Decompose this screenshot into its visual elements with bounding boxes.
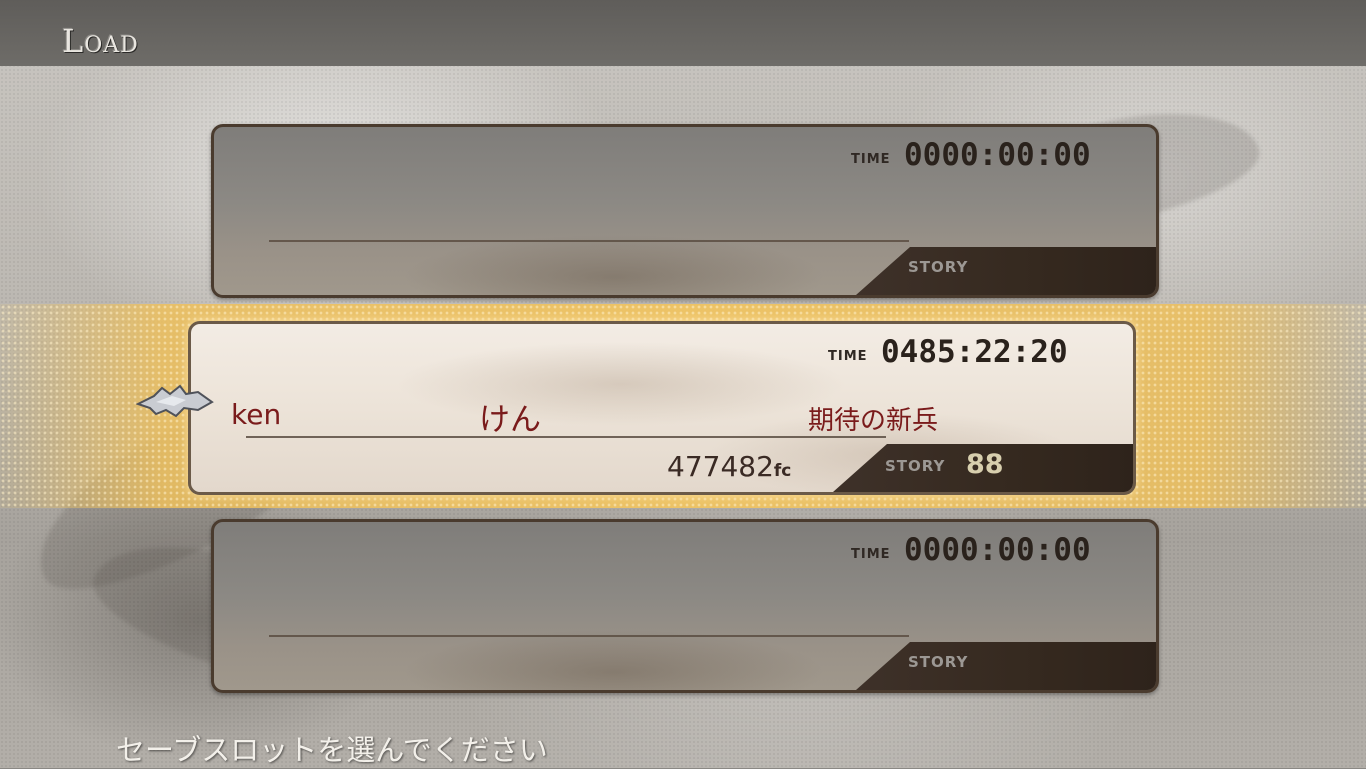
slot-divider [269,635,909,637]
story-label: STORY [908,653,969,671]
footer-hint: セーブスロットを選んでください [116,733,548,767]
slot-divider [246,436,886,438]
player-title: 期待の新兵 [808,406,939,436]
character-name: けん [479,402,541,438]
save-slot-2[interactable]: TIME 0485:22:20 ken けん 期待の新兵 477482fc ST… [188,321,1136,495]
story-chapter: 88 [966,449,1004,480]
wing-cursor-icon [136,384,214,418]
story-tab [856,247,1156,295]
header-bar: Load [0,0,1366,66]
page-title: Load [62,22,139,60]
story-label: STORY [908,258,969,276]
gold-unit: fc [773,461,792,481]
time-label: TIME [828,349,868,364]
save-slot-3[interactable]: TIME 0000:00:00 STORY [211,519,1159,693]
play-time: 0000:00:00 [904,137,1091,173]
save-slot-1[interactable]: TIME 0000:00:00 STORY [211,124,1159,298]
gold-amount: 477482fc [667,450,791,483]
time-label: TIME [851,152,891,167]
gold-value: 477482 [667,450,774,483]
story-tab [856,642,1156,690]
time-label: TIME [851,547,891,562]
player-name: ken [231,398,282,431]
play-time: 0485:22:20 [881,334,1068,370]
slot-divider [269,240,909,242]
play-time: 0000:00:00 [904,532,1091,568]
story-label: STORY [885,457,946,475]
